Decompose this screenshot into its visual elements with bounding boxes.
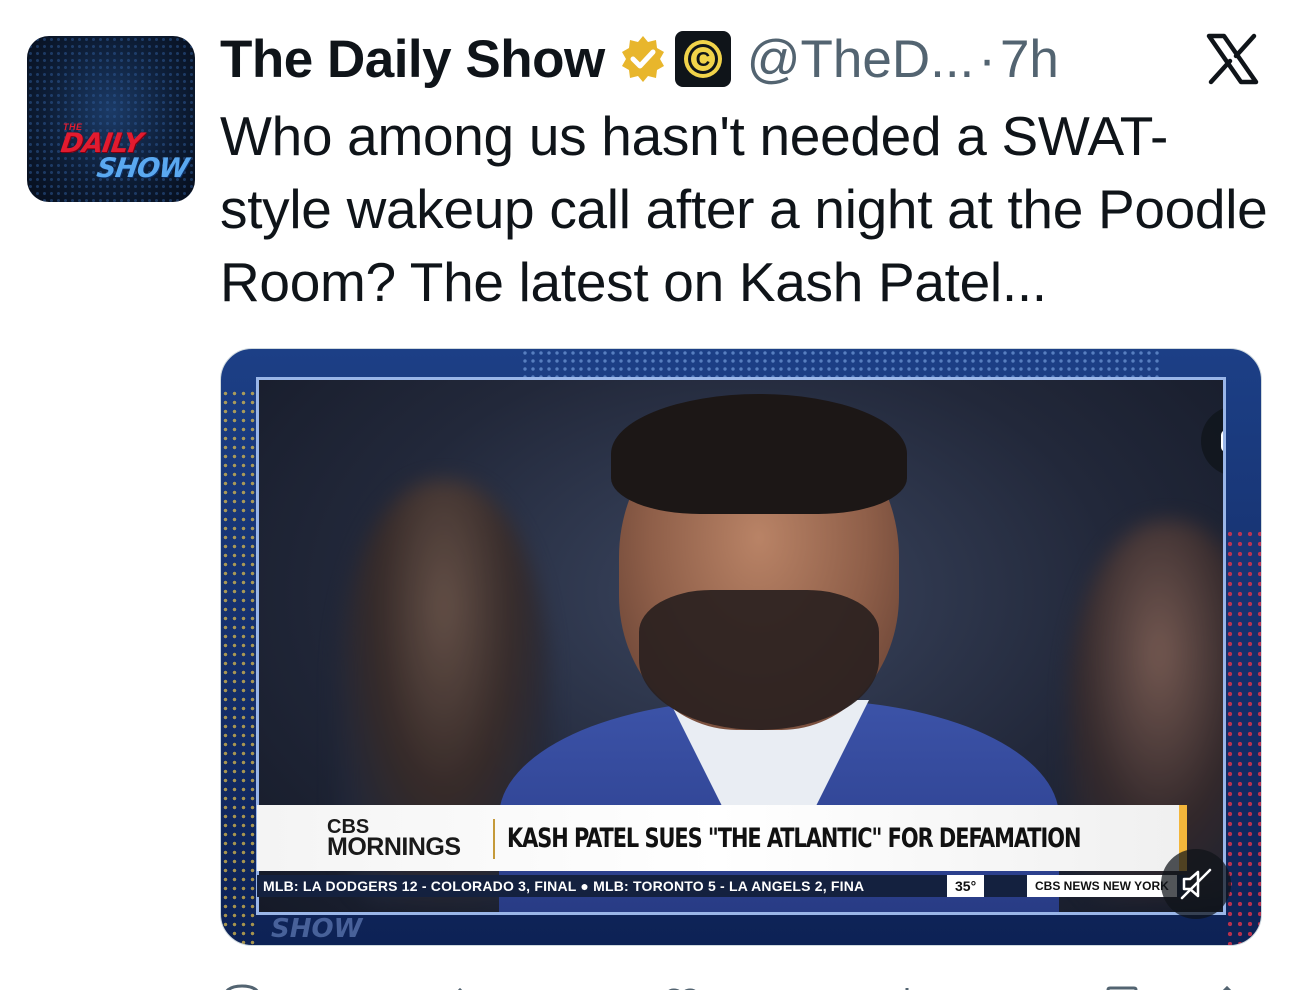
like-icon[interactable] [660,980,704,990]
handle[interactable]: @TheD... [747,29,975,90]
ticker-news-label: CBS NEWS NEW YORK [1027,875,1177,897]
verified-gold-badge-icon[interactable] [617,33,669,85]
bookmark-icon[interactable] [1100,980,1144,990]
tweet-text: Who among us hasn't needed a SWAT-style … [220,105,1268,313]
lower-third-divider [493,819,495,859]
news-headline: KASH PATEL SUES "THE ATLANTIC" FOR DEFAM… [507,823,1081,854]
news-ticker: MLB: LA DODGERS 12 - COLORADO 3, FINAL ●… [257,875,1187,897]
action-bar [220,966,1262,990]
video-player[interactable]: CC CBS MORNINGS KASH PATEL SUES "THE ATL… [220,348,1262,946]
program-name: MORNINGS [327,833,461,861]
views-icon[interactable] [885,980,929,990]
reply-icon[interactable] [220,980,264,990]
ticker-text: MLB: LA DODGERS 12 - COLORADO 3, FINAL ●… [263,878,865,894]
news-lower-third: CBS MORNINGS KASH PATEL SUES "THE ATLANT… [257,805,1187,871]
avatar-logo-show: SHOW [94,153,190,184]
closed-captions-icon[interactable]: CC [1201,406,1223,476]
halftone-decoration-top [521,349,1161,377]
mute-icon[interactable] [1161,849,1231,919]
avatar[interactable]: THE DAILY SHOW [27,36,195,202]
repost-icon[interactable] [438,980,482,990]
ticker-temperature: 35° [947,875,985,897]
share-icon[interactable] [1205,980,1249,990]
comedy-central-badge-icon[interactable]: C [674,31,731,87]
cc-label: CC [1220,430,1223,452]
subject-hair [611,394,907,514]
svg-text:C: C [695,49,709,71]
x-logo-icon[interactable] [1205,33,1260,85]
cbs-mornings-logo: CBS MORNINGS [327,817,461,861]
tweet-header: The Daily Show C @TheD... · 7h [220,28,1059,90]
daily-show-watermark: SHOW [271,914,363,944]
separator-dot: · [978,29,996,89]
halftone-decoration-left [221,389,255,945]
timestamp[interactable]: 7h [1000,29,1059,90]
subject-beard [639,590,879,730]
display-name[interactable]: The Daily Show [220,29,605,90]
